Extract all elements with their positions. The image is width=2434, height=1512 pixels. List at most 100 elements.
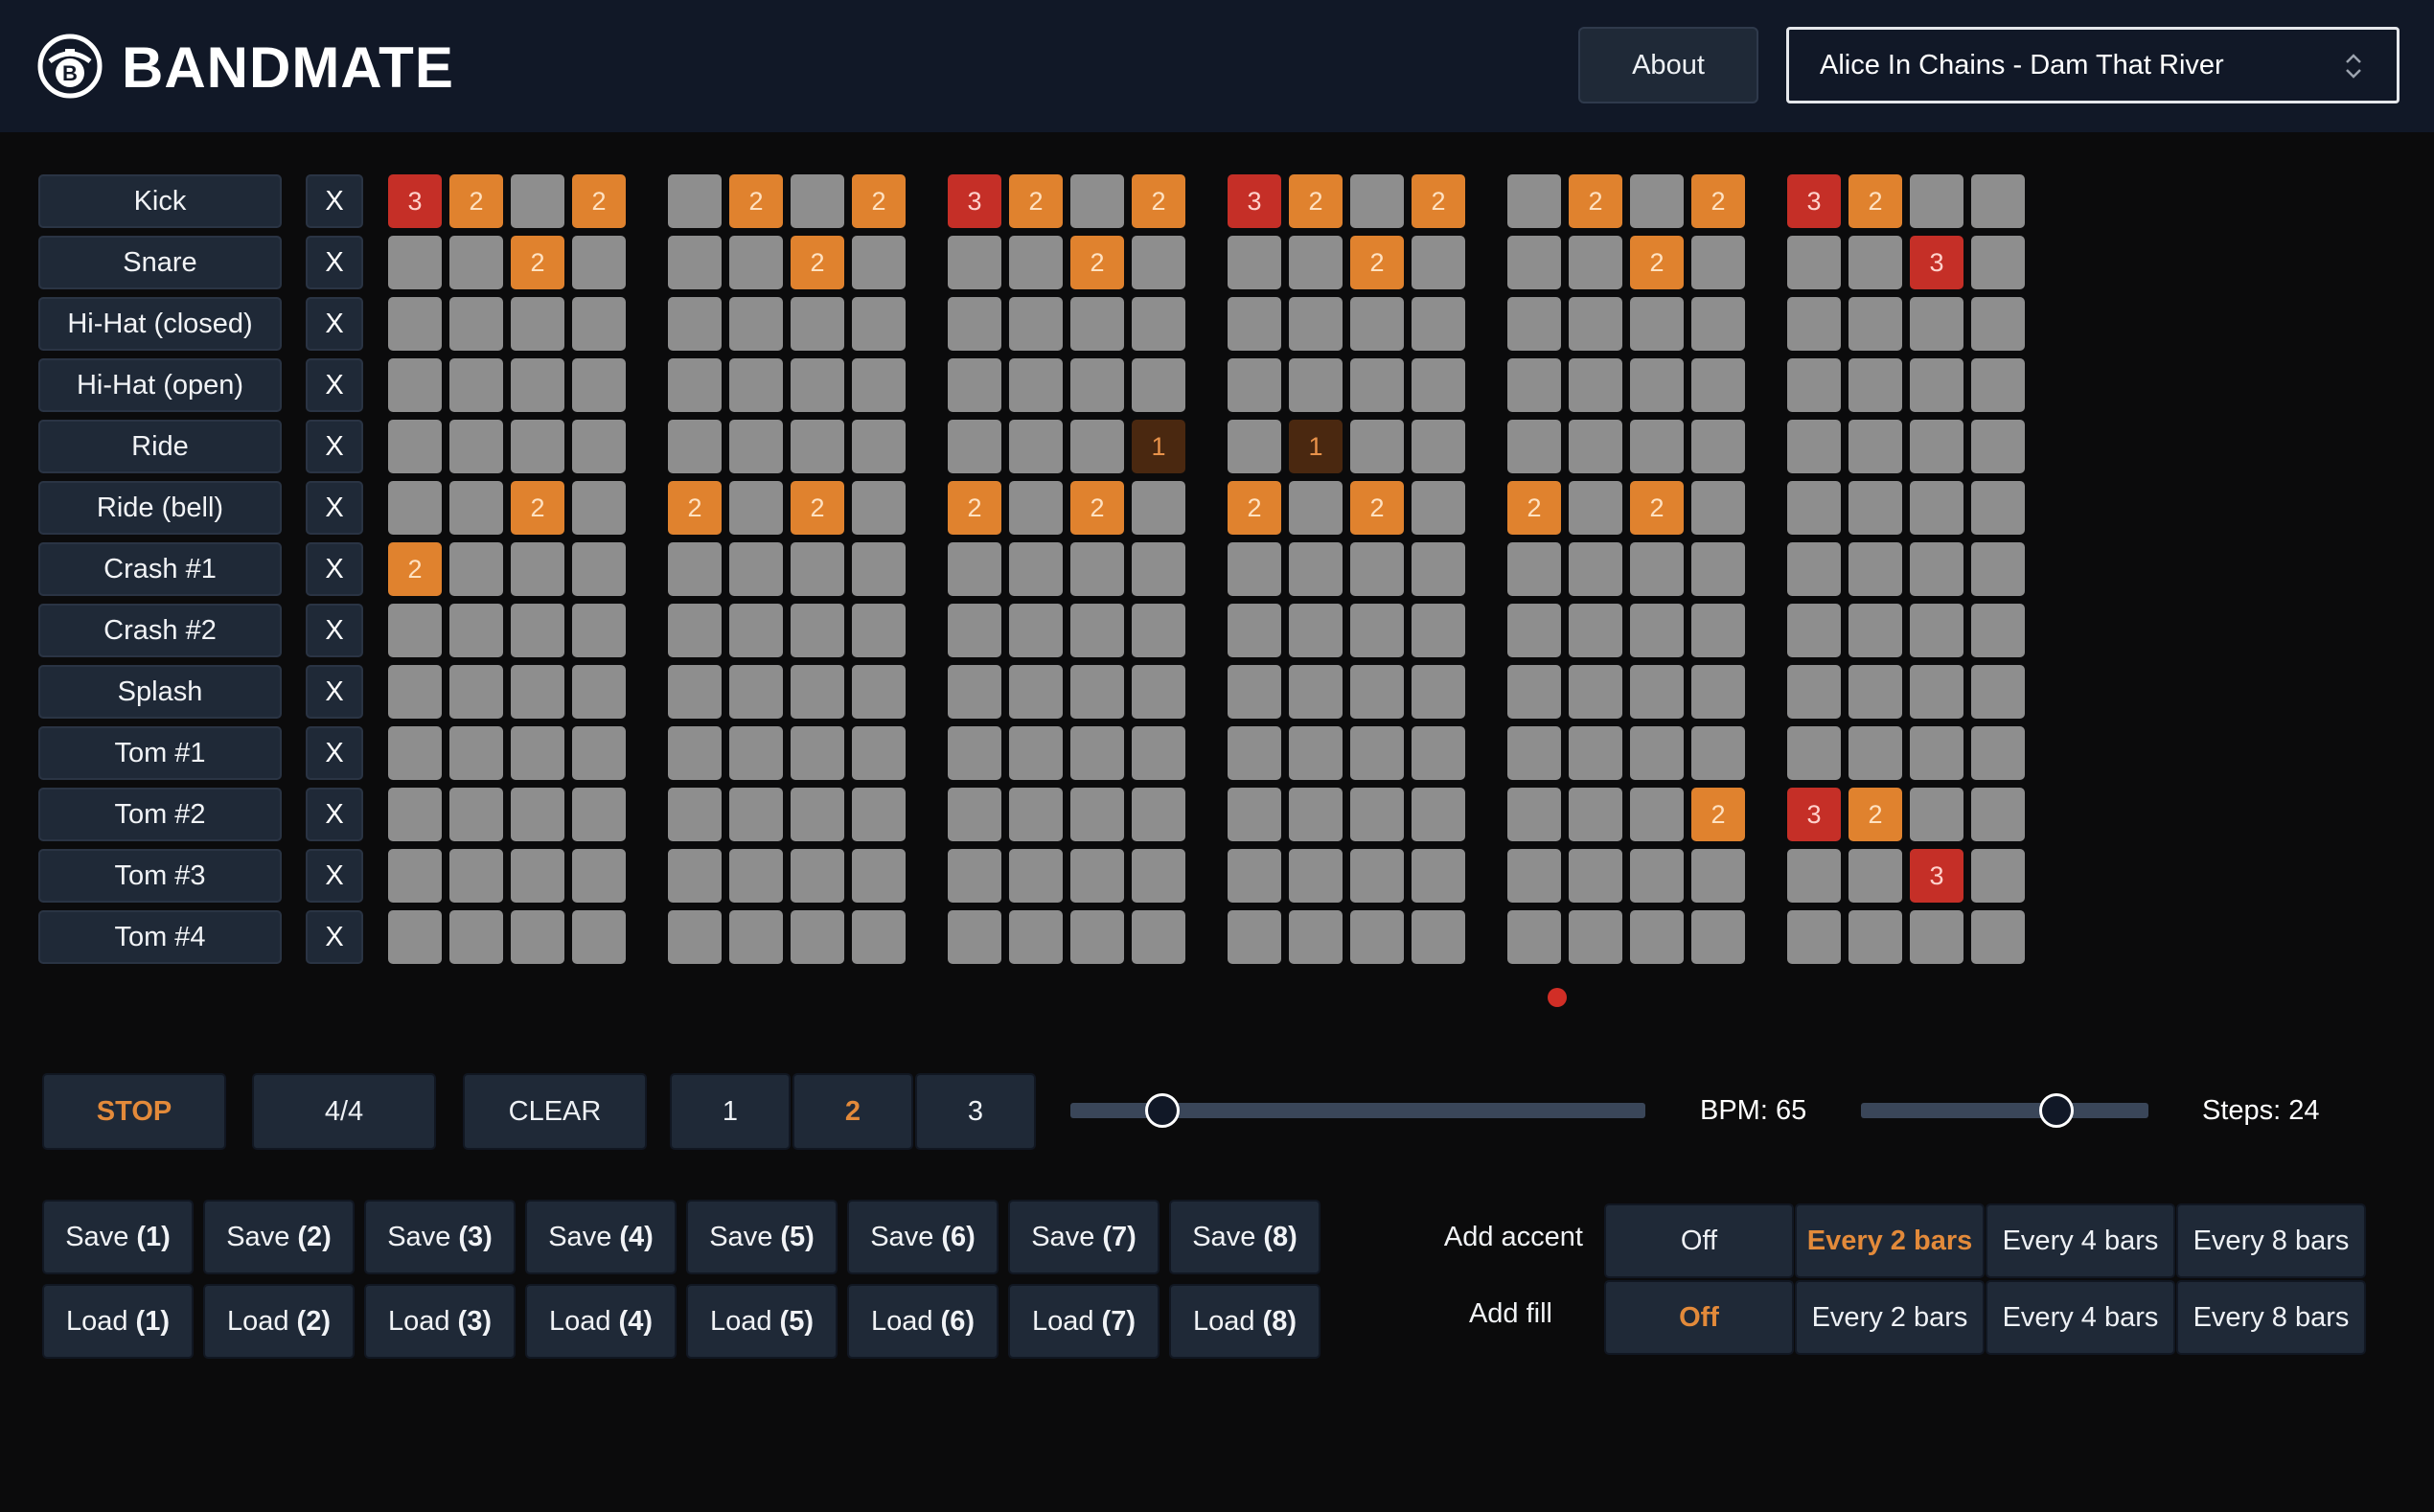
step-cell[interactable] bbox=[1910, 174, 1963, 228]
step-cell[interactable] bbox=[1132, 358, 1185, 412]
step-cell[interactable] bbox=[852, 665, 906, 719]
step-cell[interactable] bbox=[1412, 726, 1465, 780]
step-cell[interactable] bbox=[948, 358, 1001, 412]
step-cell[interactable] bbox=[1289, 849, 1343, 903]
step-cell[interactable] bbox=[1070, 358, 1124, 412]
step-cell[interactable] bbox=[791, 665, 844, 719]
step-cell[interactable] bbox=[1569, 604, 1622, 657]
step-cell[interactable] bbox=[1569, 481, 1622, 535]
step-cell[interactable] bbox=[572, 910, 626, 964]
step-cell[interactable] bbox=[1289, 481, 1343, 535]
step-cell[interactable] bbox=[1228, 358, 1281, 412]
instrument-label[interactable]: Ride (bell) bbox=[38, 481, 282, 535]
step-cell[interactable] bbox=[791, 910, 844, 964]
step-cell[interactable] bbox=[511, 420, 564, 473]
step-cell[interactable] bbox=[1848, 297, 1902, 351]
step-cell[interactable] bbox=[791, 358, 844, 412]
step-cell[interactable] bbox=[1507, 420, 1561, 473]
instrument-label[interactable]: Crash #1 bbox=[38, 542, 282, 596]
step-cell[interactable] bbox=[449, 297, 503, 351]
step-cell[interactable] bbox=[668, 604, 722, 657]
step-cell[interactable]: 2 bbox=[511, 236, 564, 289]
step-cell[interactable] bbox=[572, 788, 626, 841]
step-cell[interactable] bbox=[388, 910, 442, 964]
step-cell[interactable]: 2 bbox=[729, 174, 783, 228]
step-cell[interactable] bbox=[1910, 604, 1963, 657]
step-cell[interactable] bbox=[511, 788, 564, 841]
step-cell[interactable] bbox=[791, 297, 844, 351]
step-cell[interactable] bbox=[511, 910, 564, 964]
step-cell[interactable] bbox=[449, 910, 503, 964]
step-cell[interactable] bbox=[1630, 604, 1684, 657]
step-cell[interactable] bbox=[449, 665, 503, 719]
step-cell[interactable] bbox=[388, 665, 442, 719]
step-cell[interactable] bbox=[572, 236, 626, 289]
step-cell[interactable] bbox=[1910, 420, 1963, 473]
step-cell[interactable] bbox=[1132, 910, 1185, 964]
step-cell[interactable] bbox=[948, 788, 1001, 841]
step-cell[interactable] bbox=[1070, 174, 1124, 228]
step-cell[interactable] bbox=[1787, 420, 1841, 473]
step-cell[interactable] bbox=[1009, 726, 1063, 780]
step-cell[interactable] bbox=[729, 604, 783, 657]
step-cell[interactable] bbox=[388, 481, 442, 535]
step-cell[interactable] bbox=[1569, 849, 1622, 903]
step-cell[interactable] bbox=[1289, 297, 1343, 351]
step-cell[interactable] bbox=[791, 542, 844, 596]
step-cell[interactable] bbox=[511, 849, 564, 903]
load-slot-button[interactable]: Load (3) bbox=[364, 1284, 516, 1359]
step-cell[interactable] bbox=[1691, 481, 1745, 535]
step-cell[interactable] bbox=[852, 542, 906, 596]
load-slot-button[interactable]: Load (1) bbox=[42, 1284, 194, 1359]
step-cell[interactable] bbox=[729, 481, 783, 535]
step-cell[interactable] bbox=[572, 297, 626, 351]
step-cell[interactable] bbox=[1228, 788, 1281, 841]
step-cell[interactable] bbox=[791, 604, 844, 657]
step-cell[interactable] bbox=[1910, 358, 1963, 412]
step-cell[interactable] bbox=[668, 542, 722, 596]
step-cell[interactable] bbox=[1228, 726, 1281, 780]
step-cell[interactable] bbox=[1848, 849, 1902, 903]
step-cell[interactable] bbox=[449, 481, 503, 535]
step-cell[interactable]: 2 bbox=[1009, 174, 1063, 228]
step-cell[interactable]: 1 bbox=[1132, 420, 1185, 473]
step-cell[interactable] bbox=[1412, 236, 1465, 289]
step-cell[interactable] bbox=[1630, 849, 1684, 903]
step-cell[interactable] bbox=[1787, 604, 1841, 657]
step-cell[interactable]: 2 bbox=[1350, 481, 1404, 535]
step-cell[interactable] bbox=[1691, 297, 1745, 351]
step-cell[interactable] bbox=[572, 726, 626, 780]
step-cell[interactable] bbox=[1350, 542, 1404, 596]
step-cell[interactable] bbox=[1787, 358, 1841, 412]
step-cell[interactable] bbox=[1691, 542, 1745, 596]
step-cell[interactable]: 2 bbox=[1132, 174, 1185, 228]
step-cell[interactable] bbox=[1787, 726, 1841, 780]
step-cell[interactable]: 2 bbox=[1070, 236, 1124, 289]
step-cell[interactable]: 2 bbox=[1848, 788, 1902, 841]
step-cell[interactable]: 2 bbox=[1630, 481, 1684, 535]
step-cell[interactable] bbox=[1228, 604, 1281, 657]
step-cell[interactable] bbox=[1412, 665, 1465, 719]
step-cell[interactable] bbox=[1289, 726, 1343, 780]
step-cell[interactable]: 3 bbox=[1228, 174, 1281, 228]
step-cell[interactable] bbox=[1507, 910, 1561, 964]
step-cell[interactable] bbox=[1070, 849, 1124, 903]
step-cell[interactable]: 2 bbox=[449, 174, 503, 228]
step-cell[interactable] bbox=[1070, 910, 1124, 964]
clear-row-button[interactable]: X bbox=[306, 665, 363, 719]
step-cell[interactable] bbox=[1350, 910, 1404, 964]
save-slot-button[interactable]: Save (8) bbox=[1169, 1200, 1320, 1274]
clear-row-button[interactable]: X bbox=[306, 604, 363, 657]
step-cell[interactable] bbox=[388, 604, 442, 657]
step-cell[interactable] bbox=[1070, 726, 1124, 780]
step-cell[interactable] bbox=[1848, 604, 1902, 657]
step-cell[interactable] bbox=[1569, 358, 1622, 412]
step-cell[interactable] bbox=[1507, 174, 1561, 228]
step-cell[interactable] bbox=[1630, 420, 1684, 473]
step-cell[interactable] bbox=[1691, 665, 1745, 719]
load-slot-button[interactable]: Load (4) bbox=[525, 1284, 677, 1359]
step-cell[interactable]: 1 bbox=[1289, 420, 1343, 473]
step-cell[interactable] bbox=[852, 236, 906, 289]
accent-option-button[interactable]: Every 8 bars bbox=[2176, 1203, 2366, 1278]
step-cell[interactable] bbox=[1848, 542, 1902, 596]
